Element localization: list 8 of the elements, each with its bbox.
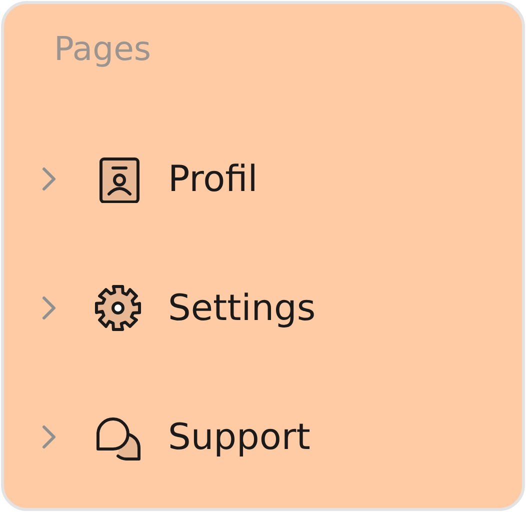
page-link[interactable]: Profil [168, 158, 258, 200]
chevron-icon[interactable] [41, 294, 57, 322]
settings-icon [94, 284, 142, 332]
page-link[interactable]: Support [168, 416, 310, 458]
panel-heading: Pages [54, 28, 152, 70]
chevron-icon[interactable] [41, 165, 57, 193]
page-link[interactable]: Settings [168, 288, 316, 328]
chevron-icon[interactable] [41, 423, 57, 451]
